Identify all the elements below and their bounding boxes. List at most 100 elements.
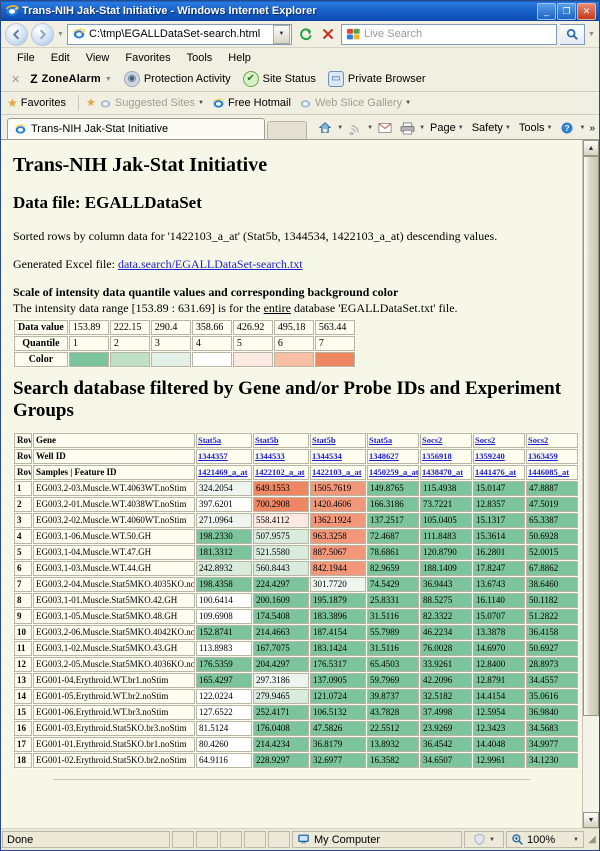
zonealarm-close-icon[interactable]: ✕ <box>9 73 26 86</box>
column-header-link[interactable]: 1356918 <box>422 451 452 461</box>
scrollbar-thumb[interactable] <box>583 156 599 716</box>
intensity-value-cell: 88.5275 <box>420 592 472 608</box>
column-header-link[interactable]: 1344533 <box>255 451 285 461</box>
add-favorite-icon[interactable]: ★ <box>86 97 96 109</box>
column-header-link[interactable]: 1421469_a_at <box>198 467 248 477</box>
page-viewport: Trans-NIH Jak-Stat Initiative Data file:… <box>1 139 599 828</box>
quantile-color-swatch <box>109 352 150 367</box>
private-browser-label: Private Browser <box>347 73 426 85</box>
site-status-button[interactable]: ✔ Site Status <box>242 71 324 87</box>
print-dropdown-icon[interactable]: ▼ <box>419 125 425 131</box>
column-header-link[interactable]: 1344357 <box>198 451 228 461</box>
column-header-link[interactable]: 1438470_at <box>422 467 463 477</box>
web-slice-gallery-button[interactable]: Web Slice Gallery ▼ <box>299 97 416 110</box>
safety-menu-button[interactable]: Safety ▼ <box>469 122 514 134</box>
scrollbar-track[interactable] <box>583 156 599 812</box>
row-number: 2 <box>14 496 32 512</box>
column-header-link[interactable]: 1422103_a_at <box>312 467 362 477</box>
table-row: 17 EG001-01.Erythroid.Stat5KO.br1.noStim 8… <box>14 736 578 752</box>
menu-item-favorites[interactable]: Favorites <box>117 52 178 64</box>
protection-activity-button[interactable]: ◉ Protection Activity <box>123 71 239 87</box>
column-header-link[interactable]: 1441476_at <box>475 467 516 477</box>
column-header-link[interactable]: 1450259_a_at <box>369 467 418 477</box>
minimize-button[interactable]: _ <box>537 2 556 20</box>
home-icon[interactable] <box>315 118 335 138</box>
intensity-value-cell: 52.0015 <box>526 544 578 560</box>
zonealarm-brand[interactable]: Z ZoneAlarm ▼ <box>30 72 120 86</box>
generated-file-link[interactable]: data.search/EGALLDataSet-search.txt <box>118 257 303 271</box>
new-tab-button[interactable] <box>267 121 307 139</box>
suggested-sites-dropdown-icon[interactable]: ▼ <box>198 100 204 106</box>
intensity-value-cell: 16.3582 <box>367 752 419 768</box>
row-number: 7 <box>14 576 32 592</box>
stop-button[interactable] <box>318 24 338 44</box>
maximize-button[interactable]: ❐ <box>557 2 576 20</box>
home-dropdown-icon[interactable]: ▼ <box>337 125 343 131</box>
menu-item-help[interactable]: Help <box>220 52 259 64</box>
search-go-button[interactable] <box>560 23 585 45</box>
column-header-link[interactable]: Stat5a <box>369 435 392 445</box>
intensity-value-cell: 36.8179 <box>310 736 366 752</box>
intensity-value-cell: 34.1230 <box>526 752 578 768</box>
help-icon[interactable]: ? <box>557 118 577 138</box>
intensity-value-cell: 33.9261 <box>420 656 472 672</box>
refresh-button[interactable] <box>295 24 315 44</box>
column-header-link[interactable]: Socs2 <box>528 435 548 445</box>
protected-mode-indicator[interactable]: ▼ <box>464 831 504 848</box>
column-header-link[interactable]: Stat5b <box>255 435 279 445</box>
tab-trans-nih-jak-stat[interactable]: Trans-NIH Jak-Stat Initiative <box>7 118 265 139</box>
intensity-value-cell: 181.3312 <box>196 544 252 560</box>
suggested-sites-button[interactable]: Suggested Sites ▼ <box>99 97 209 110</box>
back-button[interactable] <box>5 22 28 46</box>
command-bar-overflow-button[interactable]: » <box>587 123 595 134</box>
quantile-index-cell: 6 <box>273 336 314 351</box>
print-icon[interactable] <box>397 118 417 138</box>
intensity-value-cell: 13.3878 <box>473 624 525 640</box>
scroll-up-button[interactable]: ▲ <box>583 140 599 156</box>
security-zone[interactable]: My Computer <box>292 831 462 848</box>
column-header-link[interactable]: 1344534 <box>312 451 342 461</box>
protected-mode-dropdown-icon[interactable]: ▼ <box>489 837 495 843</box>
column-header-link[interactable]: 1446085_at <box>528 467 569 477</box>
menu-item-edit[interactable]: Edit <box>43 52 78 64</box>
intensity-value-cell: 1362.1924 <box>310 512 366 528</box>
zonealarm-dropdown-icon[interactable]: ▼ <box>105 76 112 83</box>
resize-grip-icon[interactable]: ◢ <box>585 834 599 845</box>
history-dropdown-icon[interactable]: ▼ <box>57 31 64 38</box>
menu-item-view[interactable]: View <box>78 52 118 64</box>
address-input[interactable]: C:\tmp\EGALLDataSet-search.html ▼ <box>67 23 292 45</box>
zoom-dropdown-icon[interactable]: ▼ <box>573 837 579 843</box>
intensity-value-cell: 167.7075 <box>253 640 309 656</box>
search-input[interactable]: Live Search <box>341 23 557 45</box>
menu-item-tools[interactable]: Tools <box>179 52 221 64</box>
column-header-link[interactable]: Stat5b <box>312 435 336 445</box>
tools-menu-button[interactable]: Tools ▼ <box>516 122 556 134</box>
column-header-link[interactable]: 1359240 <box>475 451 505 461</box>
quantile-row-label-data-value: Data value <box>14 320 68 335</box>
page-menu-button[interactable]: Page ▼ <box>427 122 467 134</box>
read-mail-icon[interactable] <box>375 118 395 138</box>
column-header-link[interactable]: 1348627 <box>369 451 399 461</box>
column-header-link[interactable]: Socs2 <box>422 435 442 445</box>
address-dropdown-icon[interactable]: ▼ <box>273 24 290 44</box>
forward-button[interactable] <box>31 22 54 46</box>
close-button[interactable]: ✕ <box>577 2 596 20</box>
favorites-button[interactable]: ★ Favorites <box>7 97 71 109</box>
intensity-value-cell: 15.0147 <box>473 480 525 496</box>
zoom-control[interactable]: 100% ▼ <box>506 831 584 848</box>
search-provider-dropdown-icon[interactable]: ▼ <box>588 31 595 38</box>
help-dropdown-icon[interactable]: ▼ <box>579 125 585 131</box>
column-header-link[interactable]: 1363459 <box>528 451 558 461</box>
column-header-link[interactable]: 1422102_a_at <box>255 467 305 477</box>
intensity-value-cell: 560.8443 <box>253 560 309 576</box>
menu-item-file[interactable]: File <box>9 52 43 64</box>
web-slice-dropdown-icon[interactable]: ▼ <box>405 100 411 106</box>
scroll-down-button[interactable]: ▼ <box>583 812 599 828</box>
column-header-link[interactable]: Socs2 <box>475 435 495 445</box>
free-hotmail-button[interactable]: Free Hotmail <box>212 97 296 110</box>
sample-name: EG003.1-04.Muscle.WT.47.GH <box>33 544 195 560</box>
private-browser-button[interactable]: ▭ Private Browser <box>327 71 434 87</box>
status-bar: Done My Computer ▼ 100% ▼ ◢ <box>1 828 599 850</box>
column-header-link[interactable]: Stat5a <box>198 435 221 445</box>
vertical-scrollbar[interactable]: ▲ ▼ <box>582 140 599 828</box>
